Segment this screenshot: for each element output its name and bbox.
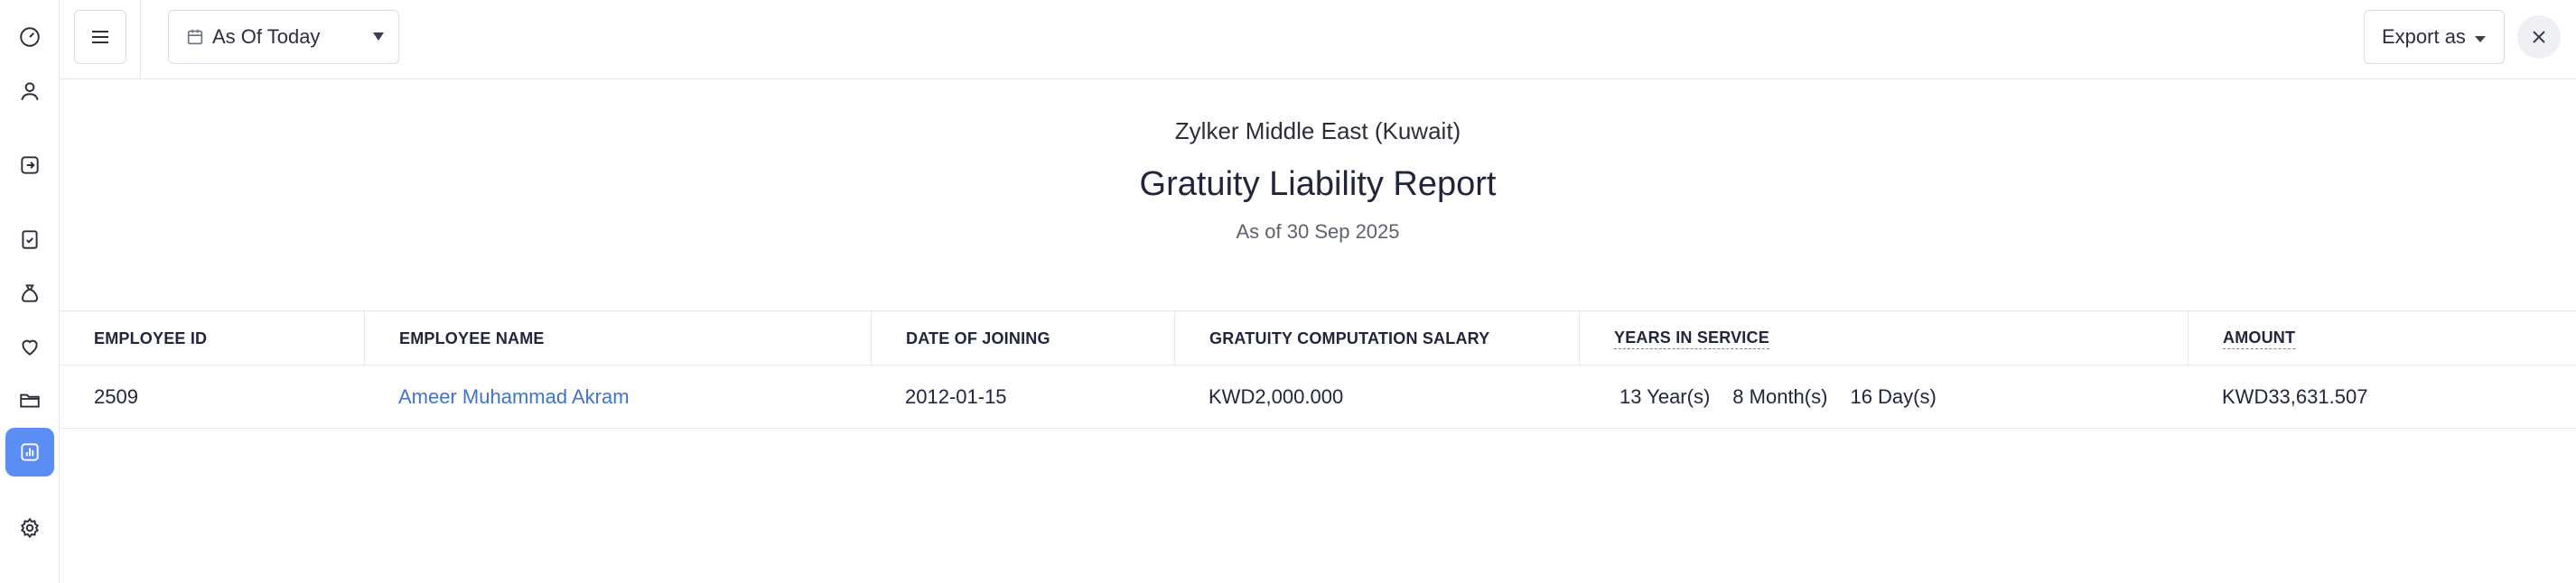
- close-icon: [2533, 31, 2545, 43]
- column-header-employee-name: EMPLOYEE NAME: [364, 311, 871, 366]
- menu-button[interactable]: [74, 10, 126, 64]
- service-days: 16 Day(s): [1850, 385, 1937, 408]
- table-header: EMPLOYEE ID EMPLOYEE NAME DATE OF JOININ…: [60, 310, 2576, 366]
- organization-name: Zylker Middle East (Kuwait): [1174, 117, 1461, 144]
- heart-icon[interactable]: [5, 322, 54, 371]
- column-header-salary: GRATUITY COMPUTATION SALARY: [1174, 311, 1579, 366]
- report-title: Gratuity Liability Report: [1139, 165, 1497, 203]
- chevron-down-icon: [373, 32, 384, 41]
- column-header-employee-id: EMPLOYEE ID: [94, 329, 208, 347]
- hamburger-icon: [92, 31, 108, 43]
- date-filter-label: As Of Today: [212, 25, 321, 48]
- cell-salary: KWD2,000.000: [1209, 385, 1344, 408]
- report-header: Zylker Middle East (Kuwait) Gratuity Lia…: [60, 117, 2576, 244]
- sidebar: [0, 0, 60, 583]
- service-years: 13 Year(s): [1619, 385, 1711, 408]
- checklist-icon[interactable]: [5, 215, 54, 264]
- login-icon[interactable]: [5, 141, 54, 190]
- report-table: EMPLOYEE ID EMPLOYEE NAME DATE OF JOININ…: [60, 310, 2576, 429]
- export-label: Export as: [2382, 25, 2466, 48]
- folder-icon[interactable]: [5, 375, 54, 424]
- calendar-icon: [187, 29, 203, 45]
- export-button[interactable]: Export as: [2364, 10, 2505, 64]
- cell-date-of-joining: 2012-01-15: [905, 385, 1007, 408]
- column-header-amount[interactable]: AMOUNT: [2188, 311, 2576, 366]
- dashboard-icon[interactable]: [5, 13, 54, 61]
- service-months: 8 Month(s): [1732, 385, 1828, 408]
- user-icon[interactable]: [5, 67, 54, 116]
- cell-amount: KWD33,631.507: [2222, 385, 2368, 408]
- settings-icon[interactable]: [5, 504, 54, 552]
- cell-employee-id: 2509: [94, 385, 138, 408]
- divider: [140, 0, 141, 79]
- money-bag-icon[interactable]: [5, 269, 54, 318]
- table-row: 2509 Ameer Muhammad Akram 2012-01-15 KWD…: [60, 366, 2576, 429]
- column-header-date-of-joining: DATE OF JOINING: [871, 311, 1174, 366]
- column-header-years-in-service[interactable]: YEARS IN SERVICE: [1579, 311, 2188, 366]
- caret-down-icon: [2475, 36, 2486, 42]
- reports-icon[interactable]: [5, 428, 54, 477]
- close-button[interactable]: [2517, 15, 2561, 59]
- employee-name-link[interactable]: Ameer Muhammad Akram: [364, 366, 630, 429]
- cell-years-in-service: 13 Year(s) 8 Month(s) 16 Day(s): [1585, 366, 1959, 429]
- topbar: As Of Today Export as: [60, 0, 2576, 79]
- report-as-of-date: As of 30 Sep 2025: [1236, 220, 1400, 243]
- date-filter-select[interactable]: As Of Today: [168, 10, 399, 64]
